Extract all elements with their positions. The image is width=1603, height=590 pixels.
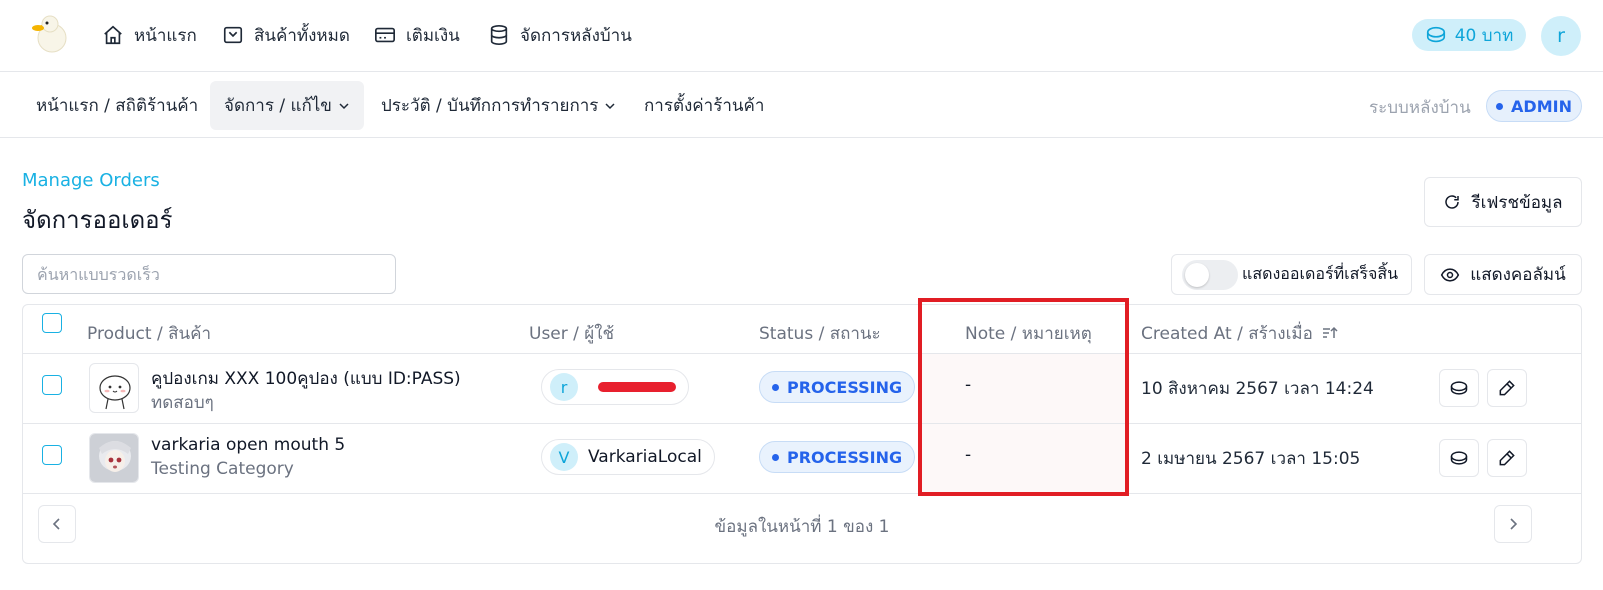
pencil-icon xyxy=(1499,450,1515,466)
show-columns-button[interactable]: แสดงคอลัมน์ xyxy=(1424,254,1582,295)
product-category: ทดสอบๆ xyxy=(151,393,214,413)
show-columns-label: แสดงคอลัมน์ xyxy=(1470,265,1566,285)
refresh-button[interactable]: รีเฟรชข้อมูล xyxy=(1424,177,1582,227)
user-chip[interactable]: r xyxy=(541,369,689,405)
status-dot xyxy=(772,453,779,461)
database-icon xyxy=(490,25,508,45)
nav-all-products[interactable]: สินค้าทั้งหมด xyxy=(222,22,350,48)
user-name: VarkariaLocal xyxy=(588,447,702,467)
balance-badge[interactable]: 40 บาท xyxy=(1412,19,1526,51)
role-badge: ADMIN xyxy=(1486,90,1582,122)
note-value: - xyxy=(965,445,972,465)
note-value: - xyxy=(965,375,972,395)
balance-amount: 40 บาท xyxy=(1454,25,1514,46)
mascot-image-icon xyxy=(99,375,131,410)
nav-topup-label: เติมเงิน xyxy=(406,25,460,46)
toggle-switch[interactable] xyxy=(1182,259,1238,290)
pagination-info: ข้อมูลในหน้าที่ 1 ของ 1 xyxy=(714,517,890,537)
nav-topup[interactable]: เติมเงิน xyxy=(374,22,460,48)
character-image-icon xyxy=(90,434,138,482)
system-label: ระบบหลังบ้าน xyxy=(1369,98,1471,118)
status-badge: PROCESSING xyxy=(759,371,916,403)
user-chip[interactable]: V VarkariaLocal xyxy=(541,439,715,475)
page-title: จัดการออเดอร์ xyxy=(22,206,173,234)
row-edit-button[interactable] xyxy=(1487,439,1527,477)
next-page-button[interactable] xyxy=(1494,505,1532,543)
user-avatar-small: r xyxy=(550,373,578,401)
created-at-value: 10 สิงหาคม 2567 เวลา 14:24 xyxy=(1141,379,1374,399)
product-thumbnail xyxy=(89,363,139,413)
show-completed-label: แสดงออเดอร์ที่เสร็จสิ้น xyxy=(1242,264,1399,283)
eye-icon xyxy=(1441,267,1460,282)
role-label: ADMIN xyxy=(1511,96,1572,116)
search-input[interactable] xyxy=(22,254,396,294)
nav-home[interactable]: หน้าแรก xyxy=(102,22,197,48)
sort-icon[interactable] xyxy=(1321,324,1339,342)
chevron-right-icon xyxy=(1510,518,1518,530)
product-name: คูปองเกม XXX 100คูปอง (แบบ ID:PASS) xyxy=(151,369,461,389)
refresh-icon xyxy=(1445,195,1460,209)
nav-home-label: หน้าแรก xyxy=(134,25,197,46)
user-avatar-small: V xyxy=(550,443,578,471)
product-thumbnail xyxy=(89,433,139,483)
pencil-icon xyxy=(1499,380,1515,396)
status-badge: PROCESSING xyxy=(759,441,916,473)
sub-navbar: หน้าแรก / สถิติร้านค้า จัดการ / แก้ไข ปร… xyxy=(0,72,1603,138)
coin-icon xyxy=(1450,451,1468,465)
show-completed-toggle[interactable]: แสดงออเดอร์ที่เสร็จสิ้น xyxy=(1171,254,1412,295)
subnav-stats-label: หน้าแรก / สถิติร้านค้า xyxy=(36,96,199,116)
status-label: PROCESSING xyxy=(787,377,903,397)
row-edit-button[interactable] xyxy=(1487,369,1527,407)
header-divider xyxy=(23,353,1581,354)
orders-table: Product / สินค้า User / ผู้ใช้ Status / … xyxy=(22,304,1582,564)
row-checkbox[interactable] xyxy=(42,445,62,465)
row-divider xyxy=(23,423,1581,424)
toggle-knob xyxy=(1185,262,1209,287)
subnav-shop-settings-label: การตั้งค่าร้านค้า xyxy=(644,96,765,116)
status-dot xyxy=(772,383,779,391)
role-dot xyxy=(1496,102,1504,110)
coin-icon xyxy=(1426,26,1445,43)
user-avatar[interactable]: r xyxy=(1541,16,1581,56)
home-icon xyxy=(104,25,122,45)
product-category: Testing Category xyxy=(151,459,294,479)
refresh-label: รีเฟรชข้อมูล xyxy=(1471,192,1563,213)
created-at-value: 2 เมษายน 2567 เวลา 15:05 xyxy=(1141,449,1361,469)
top-navbar: หน้าแรก สินค้าทั้งหมด เติมเงิน จัดการหลั… xyxy=(0,0,1603,72)
subnav-shop-settings[interactable]: การตั้งค่าร้านค้า xyxy=(630,81,778,130)
subnav-history[interactable]: ประวัติ / บันทึกการทำรายการ xyxy=(367,81,630,130)
status-label: PROCESSING xyxy=(787,447,903,467)
credit-card-icon xyxy=(375,27,395,43)
subnav-manage[interactable]: จัดการ / แก้ไข xyxy=(210,81,364,130)
subnav-history-label: ประวัติ / บันทึกการทำรายการ xyxy=(381,96,599,116)
coin-icon xyxy=(1450,381,1468,395)
duck-logo-icon[interactable] xyxy=(28,14,70,56)
row-payment-button[interactable] xyxy=(1439,369,1479,407)
select-all-checkbox[interactable] xyxy=(42,313,62,333)
subnav-manage-label: จัดการ / แก้ไข xyxy=(224,96,332,116)
redaction-mark xyxy=(598,382,676,392)
page-eyebrow: Manage Orders xyxy=(22,170,160,191)
chevron-down-icon xyxy=(339,102,349,109)
nav-backoffice-label: จัดการหลังบ้าน xyxy=(520,25,632,46)
nav-all-products-label: สินค้าทั้งหมด xyxy=(254,25,350,46)
product-name: varkaria open mouth 5 xyxy=(151,435,346,455)
row-divider xyxy=(23,493,1581,494)
row-payment-button[interactable] xyxy=(1439,439,1479,477)
row-checkbox[interactable] xyxy=(42,375,62,395)
subnav-stats[interactable]: หน้าแรก / สถิติร้านค้า xyxy=(22,81,212,130)
nav-backoffice[interactable]: จัดการหลังบ้าน xyxy=(488,22,632,48)
chevron-down-icon xyxy=(605,102,615,109)
package-icon xyxy=(223,26,243,44)
header-created-at-label: Created At / สร้างเมื่อ xyxy=(1141,323,1313,344)
